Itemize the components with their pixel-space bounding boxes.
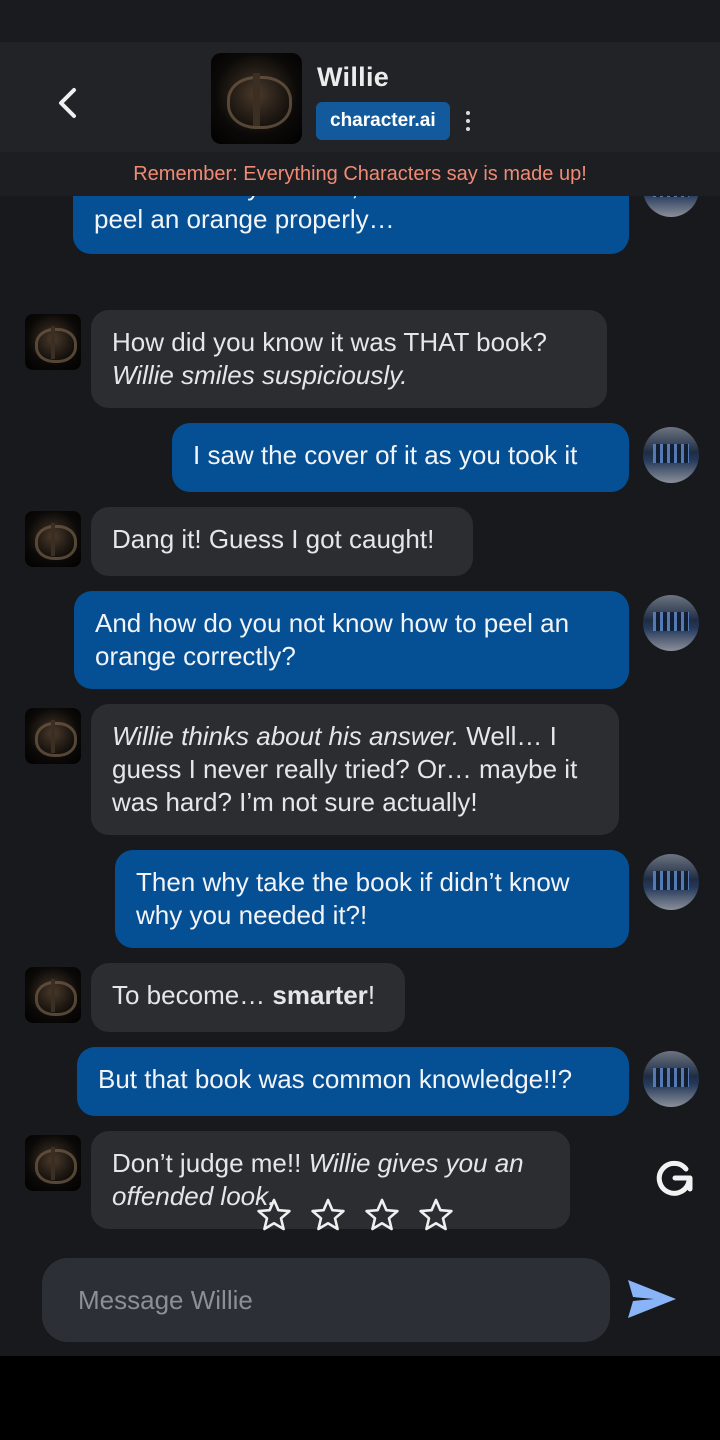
bot-avatar[interactable] xyxy=(25,314,81,370)
chat-header: Willie character.ai xyxy=(0,42,720,152)
send-button[interactable] xyxy=(624,1274,680,1324)
character-name[interactable]: Willie xyxy=(317,62,389,93)
message-text: Dang it! Guess I got caught! xyxy=(112,524,435,554)
bot-avatar[interactable] xyxy=(25,1135,81,1191)
character-ai-badge: character.ai xyxy=(316,102,450,140)
star-3-icon[interactable] xyxy=(364,1197,400,1233)
more-vertical-icon xyxy=(466,111,470,115)
user-avatar[interactable] xyxy=(643,854,699,910)
more-options-button[interactable] xyxy=(458,106,478,136)
user-message[interactable]: I saw the cover of it as you took it xyxy=(172,423,629,492)
message-text: But the book you stole, was about how to… xyxy=(94,196,568,234)
message-list[interactable]: But the book you stole, was about how to… xyxy=(0,196,720,1236)
bot-avatar[interactable] xyxy=(25,511,81,567)
character-avatar[interactable] xyxy=(211,53,302,144)
message-text: To become… xyxy=(112,980,273,1010)
user-message[interactable]: And how do you not know how to peel an o… xyxy=(74,591,629,689)
send-icon xyxy=(628,1280,676,1318)
refresh-icon xyxy=(656,1160,693,1196)
message-text: And how do you not know how to peel an o… xyxy=(95,608,570,671)
regenerate-button[interactable] xyxy=(653,1157,695,1199)
rating-stars xyxy=(256,1197,454,1233)
star-2-icon[interactable] xyxy=(310,1197,346,1233)
bot-avatar[interactable] xyxy=(25,967,81,1023)
chevron-left-icon xyxy=(59,88,76,118)
message-text: How did you know it was THAT book? xyxy=(112,327,547,357)
bot-message[interactable]: Dang it! Guess I got caught! xyxy=(91,507,473,576)
chat-screen: Willie character.ai Remember: Everything… xyxy=(0,42,720,1356)
action-text: Willie thinks about his answer. xyxy=(112,721,460,751)
bot-message[interactable]: To become… smarter! xyxy=(91,963,405,1032)
navigation-bar xyxy=(0,1356,720,1440)
message-input-container[interactable] xyxy=(42,1258,610,1342)
bot-message[interactable]: Willie thinks about his answer. Well… I … xyxy=(91,704,619,835)
status-bar xyxy=(0,0,720,42)
message-text: Then why take the book if didn’t know wh… xyxy=(136,867,570,930)
user-avatar[interactable] xyxy=(643,1051,699,1107)
message-input[interactable] xyxy=(78,1284,610,1316)
disclaimer-banner: Remember: Everything Characters say is m… xyxy=(0,152,720,196)
bold-text: smarter xyxy=(272,980,368,1010)
star-4-icon[interactable] xyxy=(418,1197,454,1233)
user-avatar[interactable] xyxy=(643,595,699,651)
user-message[interactable]: Then why take the book if didn’t know wh… xyxy=(115,850,629,948)
message-text: ! xyxy=(367,980,376,1010)
message-text: Don’t judge me!! xyxy=(112,1148,309,1178)
user-message[interactable]: But the book you stole, was about how to… xyxy=(73,196,629,254)
back-button[interactable] xyxy=(46,82,88,124)
avatar-image xyxy=(211,53,302,144)
bot-message[interactable]: How did you know it was THAT book? Willi… xyxy=(91,310,607,408)
action-text: Willie smiles suspiciously. xyxy=(112,360,408,390)
user-message[interactable]: But that book was common knowledge!!? xyxy=(77,1047,629,1116)
user-avatar[interactable] xyxy=(643,427,699,483)
star-1-icon[interactable] xyxy=(256,1197,292,1233)
user-avatar[interactable] xyxy=(643,196,699,217)
message-text: But that book was common knowledge!!? xyxy=(98,1064,573,1094)
bot-avatar[interactable] xyxy=(25,708,81,764)
message-text: I saw the cover of it as you took it xyxy=(193,440,578,470)
